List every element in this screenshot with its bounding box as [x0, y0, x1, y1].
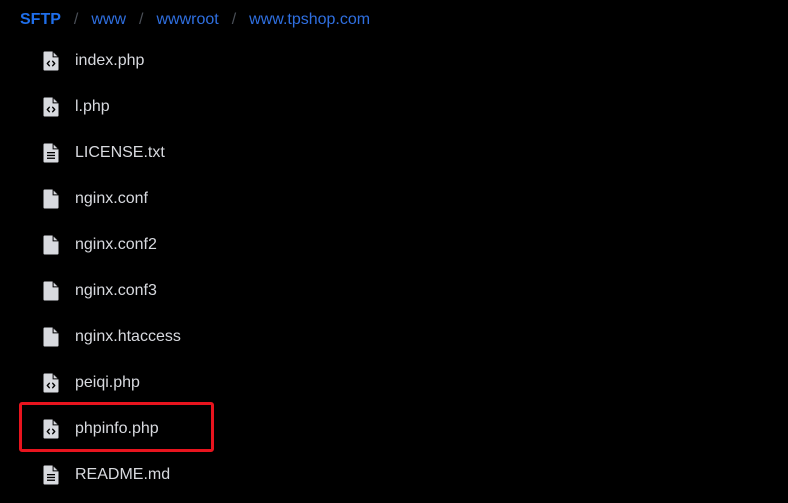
file-name: l.php [75, 98, 110, 115]
file-list: index.php l.php LICENSE.txt nginx.conf n… [0, 38, 788, 498]
file-row-nginx-conf[interactable]: nginx.conf [0, 176, 788, 222]
file-name: index.php [75, 52, 145, 69]
breadcrumb-item-www[interactable]: www [91, 11, 126, 29]
breadcrumb-root-sftp[interactable]: SFTP [20, 11, 61, 29]
breadcrumb-separator: / [73, 11, 79, 28]
file-row-readme-md[interactable]: README.md [0, 452, 788, 498]
code-file-icon [43, 419, 59, 439]
code-file-icon [43, 97, 59, 117]
file-name: LICENSE.txt [75, 144, 165, 161]
code-file-icon [43, 373, 59, 393]
breadcrumb-item-wwwroot[interactable]: wwwroot [156, 11, 218, 29]
code-file-icon [43, 51, 59, 71]
file-row-l-php[interactable]: l.php [0, 84, 788, 130]
file-name: phpinfo.php [75, 420, 159, 437]
file-row-nginx-conf2[interactable]: nginx.conf2 [0, 222, 788, 268]
blank-file-icon [43, 327, 59, 347]
blank-file-icon [43, 281, 59, 301]
blank-file-icon [43, 189, 59, 209]
file-name: README.md [75, 466, 171, 483]
file-row-phpinfo-php[interactable]: phpinfo.php [0, 406, 788, 452]
breadcrumb-separator: / [231, 11, 237, 28]
file-name: nginx.htaccess [75, 328, 181, 345]
file-name: nginx.conf3 [75, 282, 157, 299]
file-row-nginx-conf3[interactable]: nginx.conf3 [0, 268, 788, 314]
file-row-peiqi-php[interactable]: peiqi.php [0, 360, 788, 406]
file-name: nginx.conf2 [75, 236, 157, 253]
file-row-nginx-htaccess[interactable]: nginx.htaccess [0, 314, 788, 360]
breadcrumb-separator: / [139, 11, 144, 28]
text-file-icon [43, 465, 59, 485]
file-row-license-txt[interactable]: LICENSE.txt [0, 130, 788, 176]
file-name: peiqi.php [75, 374, 140, 391]
file-name: nginx.conf [75, 190, 148, 207]
breadcrumb-item-site[interactable]: www.tpshop.com [249, 11, 370, 29]
blank-file-icon [43, 235, 59, 255]
breadcrumb: SFTP / www / wwwroot / www.tpshop.com [0, 0, 788, 40]
text-file-icon [43, 143, 59, 163]
file-row-index-php[interactable]: index.php [0, 38, 788, 84]
